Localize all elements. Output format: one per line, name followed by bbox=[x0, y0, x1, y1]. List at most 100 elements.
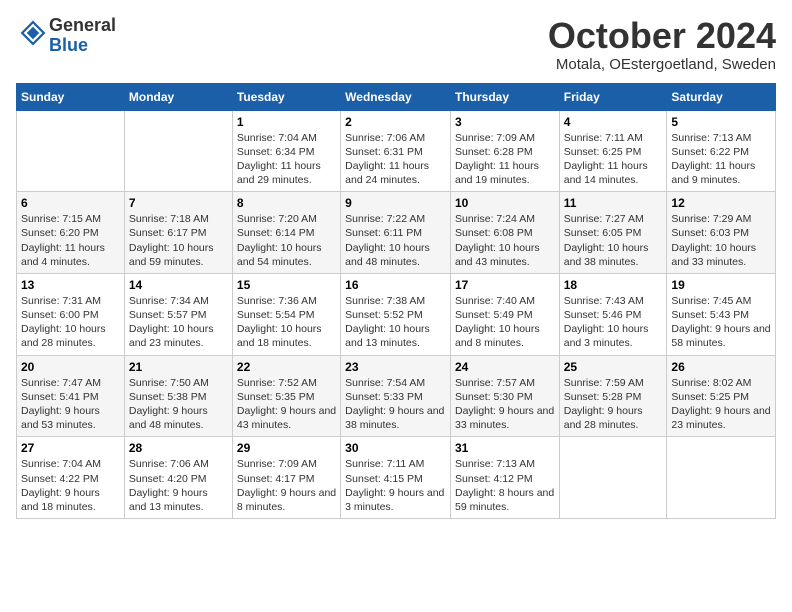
day-number: 8 bbox=[237, 196, 336, 210]
calendar-week-row: 27 Sunrise: 7:04 AM Sunset: 4:22 PM Dayli… bbox=[17, 437, 776, 519]
weekday-header: Wednesday bbox=[341, 83, 451, 110]
calendar-table: SundayMondayTuesdayWednesdayThursdayFrid… bbox=[16, 83, 776, 519]
logo-blue-text: Blue bbox=[49, 35, 88, 55]
calendar-cell bbox=[17, 110, 125, 192]
day-info: Sunrise: 7:59 AM Sunset: 5:28 PM Dayligh… bbox=[564, 376, 663, 433]
calendar-cell: 30 Sunrise: 7:11 AM Sunset: 4:15 PM Dayli… bbox=[341, 437, 451, 519]
calendar-cell: 31Sunrise: 7:13 AM Sunset: 4:12 PM Dayli… bbox=[450, 437, 559, 519]
day-number: 12 bbox=[671, 196, 771, 210]
day-info: Sunrise: 7:43 AM Sunset: 5:46 PM Dayligh… bbox=[564, 294, 663, 351]
calendar-cell: 5 Sunrise: 7:13 AM Sunset: 6:22 PM Daylig… bbox=[667, 110, 776, 192]
day-number: 1 bbox=[237, 115, 336, 129]
day-info: Sunrise: 7:06 AM Sunset: 4:20 PM Dayligh… bbox=[129, 457, 228, 514]
day-info: Sunrise: 7:11 AM Sunset: 6:25 PM Dayligh… bbox=[564, 131, 663, 188]
calendar-cell: 10 Sunrise: 7:24 AM Sunset: 6:08 PM Dayli… bbox=[450, 192, 559, 274]
day-info: Sunrise: 7:06 AM Sunset: 6:31 PM Dayligh… bbox=[345, 131, 446, 188]
day-number: 29 bbox=[237, 441, 336, 455]
calendar-cell: 27 Sunrise: 7:04 AM Sunset: 4:22 PM Dayli… bbox=[17, 437, 125, 519]
day-info: Sunrise: 7:22 AM Sunset: 6:11 PM Dayligh… bbox=[345, 212, 446, 269]
day-number: 21 bbox=[129, 360, 228, 374]
calendar-cell: 18 Sunrise: 7:43 AM Sunset: 5:46 PM Dayli… bbox=[559, 273, 667, 355]
day-info: Sunrise: 7:54 AM Sunset: 5:33 PM Dayligh… bbox=[345, 376, 446, 433]
calendar-cell: 1 Sunrise: 7:04 AM Sunset: 6:34 PM Daylig… bbox=[232, 110, 340, 192]
day-info: Sunrise: 7:04 AM Sunset: 6:34 PM Dayligh… bbox=[237, 131, 336, 188]
day-number: 19 bbox=[671, 278, 771, 292]
calendar-cell: 24Sunrise: 7:57 AM Sunset: 5:30 PM Dayli… bbox=[450, 355, 559, 437]
title-section: October 2024 Motala, OEstergoetland, Swe… bbox=[548, 16, 776, 73]
calendar-cell: 11 Sunrise: 7:27 AM Sunset: 6:05 PM Dayli… bbox=[559, 192, 667, 274]
day-number: 17 bbox=[455, 278, 555, 292]
day-number: 30 bbox=[345, 441, 446, 455]
calendar-cell bbox=[667, 437, 776, 519]
day-number: 10 bbox=[455, 196, 555, 210]
day-info: Sunrise: 7:52 AM Sunset: 5:35 PM Dayligh… bbox=[237, 376, 336, 433]
page-header: General Blue October 2024 Motala, OEster… bbox=[16, 16, 776, 73]
day-number: 5 bbox=[671, 115, 771, 129]
calendar-cell: 19 Sunrise: 7:45 AM Sunset: 5:43 PM Dayli… bbox=[667, 273, 776, 355]
day-info: Sunrise: 7:15 AM Sunset: 6:20 PM Dayligh… bbox=[21, 212, 120, 269]
calendar-cell bbox=[559, 437, 667, 519]
day-number: 14 bbox=[129, 278, 228, 292]
weekday-header: Tuesday bbox=[232, 83, 340, 110]
day-number: 2 bbox=[345, 115, 446, 129]
day-number: 26 bbox=[671, 360, 771, 374]
day-number: 13 bbox=[21, 278, 120, 292]
calendar-cell: 6 Sunrise: 7:15 AM Sunset: 6:20 PM Daylig… bbox=[17, 192, 125, 274]
day-number: 20 bbox=[21, 360, 120, 374]
day-number: 25 bbox=[564, 360, 663, 374]
day-info: Sunrise: 7:11 AM Sunset: 4:15 PM Dayligh… bbox=[345, 457, 446, 514]
calendar-cell: 13 Sunrise: 7:31 AM Sunset: 6:00 PM Dayli… bbox=[17, 273, 125, 355]
calendar-cell: 15Sunrise: 7:36 AM Sunset: 5:54 PM Dayli… bbox=[232, 273, 340, 355]
calendar-cell: 14 Sunrise: 7:34 AM Sunset: 5:57 PM Dayli… bbox=[124, 273, 232, 355]
day-number: 27 bbox=[21, 441, 120, 455]
calendar-week-row: 6 Sunrise: 7:15 AM Sunset: 6:20 PM Daylig… bbox=[17, 192, 776, 274]
day-info: Sunrise: 7:45 AM Sunset: 5:43 PM Dayligh… bbox=[671, 294, 771, 351]
day-info: Sunrise: 7:38 AM Sunset: 5:52 PM Dayligh… bbox=[345, 294, 446, 351]
day-info: Sunrise: 8:02 AM Sunset: 5:25 PM Dayligh… bbox=[671, 376, 771, 433]
day-number: 31 bbox=[455, 441, 555, 455]
calendar-cell: 25 Sunrise: 7:59 AM Sunset: 5:28 PM Dayli… bbox=[559, 355, 667, 437]
day-info: Sunrise: 7:36 AM Sunset: 5:54 PM Dayligh… bbox=[237, 294, 336, 351]
day-info: Sunrise: 7:34 AM Sunset: 5:57 PM Dayligh… bbox=[129, 294, 228, 351]
day-number: 23 bbox=[345, 360, 446, 374]
weekday-header: Thursday bbox=[450, 83, 559, 110]
calendar-cell: 20Sunrise: 7:47 AM Sunset: 5:41 PM Dayli… bbox=[17, 355, 125, 437]
weekday-header: Sunday bbox=[17, 83, 125, 110]
calendar-cell: 23 Sunrise: 7:54 AM Sunset: 5:33 PM Dayli… bbox=[341, 355, 451, 437]
day-info: Sunrise: 7:57 AM Sunset: 5:30 PM Dayligh… bbox=[455, 376, 555, 433]
day-info: Sunrise: 7:31 AM Sunset: 6:00 PM Dayligh… bbox=[21, 294, 120, 351]
logo: General Blue bbox=[16, 16, 116, 56]
day-info: Sunrise: 7:29 AM Sunset: 6:03 PM Dayligh… bbox=[671, 212, 771, 269]
month-year-title: October 2024 bbox=[548, 16, 776, 56]
location-subtitle: Motala, OEstergoetland, Sweden bbox=[548, 56, 776, 73]
calendar-cell: 4 Sunrise: 7:11 AM Sunset: 6:25 PM Daylig… bbox=[559, 110, 667, 192]
day-number: 22 bbox=[237, 360, 336, 374]
weekday-header-row: SundayMondayTuesdayWednesdayThursdayFrid… bbox=[17, 83, 776, 110]
day-info: Sunrise: 7:13 AM Sunset: 6:22 PM Dayligh… bbox=[671, 131, 771, 188]
day-info: Sunrise: 7:04 AM Sunset: 4:22 PM Dayligh… bbox=[21, 457, 120, 514]
calendar-cell: 7 Sunrise: 7:18 AM Sunset: 6:17 PM Daylig… bbox=[124, 192, 232, 274]
calendar-week-row: 13 Sunrise: 7:31 AM Sunset: 6:00 PM Dayli… bbox=[17, 273, 776, 355]
calendar-cell: 26 Sunrise: 8:02 AM Sunset: 5:25 PM Dayli… bbox=[667, 355, 776, 437]
calendar-cell: 3Sunrise: 7:09 AM Sunset: 6:28 PM Daylig… bbox=[450, 110, 559, 192]
day-number: 6 bbox=[21, 196, 120, 210]
day-number: 4 bbox=[564, 115, 663, 129]
day-number: 7 bbox=[129, 196, 228, 210]
day-number: 16 bbox=[345, 278, 446, 292]
day-info: Sunrise: 7:20 AM Sunset: 6:14 PM Dayligh… bbox=[237, 212, 336, 269]
day-info: Sunrise: 7:50 AM Sunset: 5:38 PM Dayligh… bbox=[129, 376, 228, 433]
calendar-cell: 22 Sunrise: 7:52 AM Sunset: 5:35 PM Dayli… bbox=[232, 355, 340, 437]
day-info: Sunrise: 7:18 AM Sunset: 6:17 PM Dayligh… bbox=[129, 212, 228, 269]
calendar-cell: 17 Sunrise: 7:40 AM Sunset: 5:49 PM Dayli… bbox=[450, 273, 559, 355]
day-number: 11 bbox=[564, 196, 663, 210]
day-info: Sunrise: 7:27 AM Sunset: 6:05 PM Dayligh… bbox=[564, 212, 663, 269]
day-info: Sunrise: 7:40 AM Sunset: 5:49 PM Dayligh… bbox=[455, 294, 555, 351]
day-info: Sunrise: 7:24 AM Sunset: 6:08 PM Dayligh… bbox=[455, 212, 555, 269]
calendar-week-row: 20Sunrise: 7:47 AM Sunset: 5:41 PM Dayli… bbox=[17, 355, 776, 437]
calendar-cell: 29Sunrise: 7:09 AM Sunset: 4:17 PM Dayli… bbox=[232, 437, 340, 519]
calendar-cell: 9 Sunrise: 7:22 AM Sunset: 6:11 PM Daylig… bbox=[341, 192, 451, 274]
day-number: 18 bbox=[564, 278, 663, 292]
weekday-header: Saturday bbox=[667, 83, 776, 110]
day-number: 9 bbox=[345, 196, 446, 210]
calendar-cell: 16 Sunrise: 7:38 AM Sunset: 5:52 PM Dayli… bbox=[341, 273, 451, 355]
